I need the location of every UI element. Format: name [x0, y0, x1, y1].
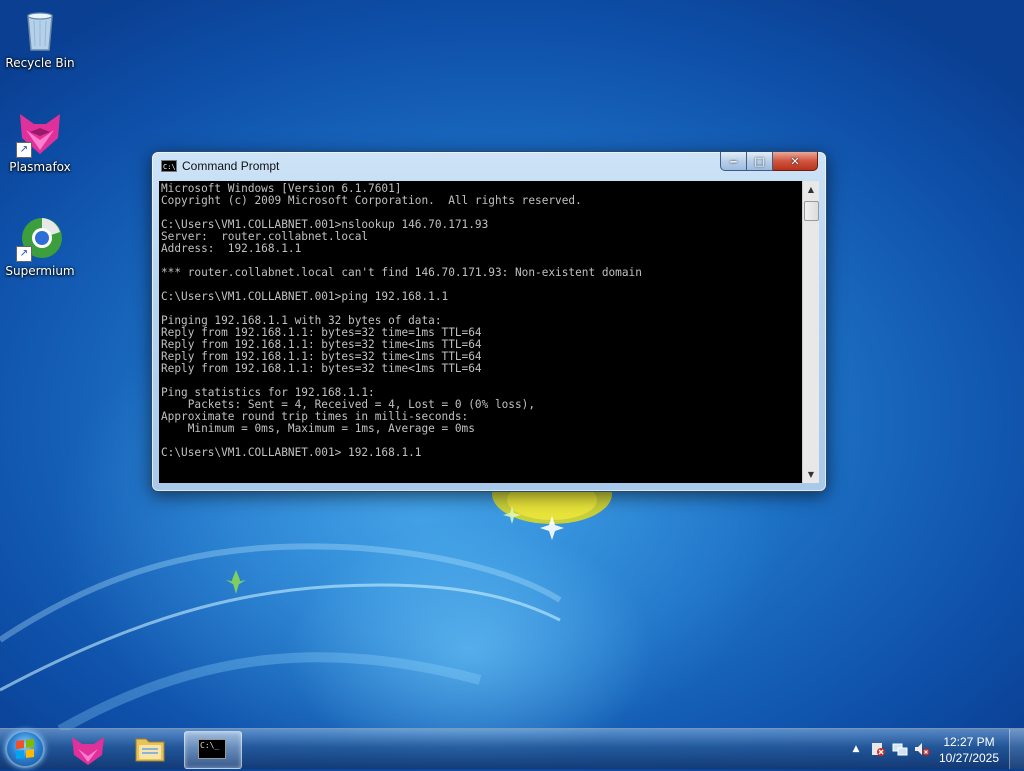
minimize-button[interactable]: ‒	[720, 152, 747, 171]
cmd-icon: C:\	[161, 160, 177, 172]
desktop-icon-recycle-bin[interactable]: Recycle Bin	[0, 6, 80, 70]
title-bar[interactable]: C:\ Command Prompt ‒ □ ✕	[152, 152, 826, 180]
taskbar-explorer[interactable]	[122, 731, 178, 767]
taskbar: C:\_ ▲ 12:27 PM 10/27/2025	[0, 728, 1024, 769]
clock-time: 12:27 PM	[943, 735, 995, 749]
close-button[interactable]: ✕	[773, 152, 818, 171]
desktop-icon-supermium[interactable]: ↗ Supermium	[0, 214, 80, 278]
windows-logo-icon	[16, 739, 34, 759]
start-button[interactable]	[5, 730, 45, 768]
network-icon[interactable]	[892, 741, 908, 757]
desktop-icon-label: Plasmafox	[9, 160, 71, 174]
shortcut-arrow-icon: ↗	[16, 246, 32, 262]
show-desktop-button[interactable]	[1009, 729, 1024, 769]
scroll-up-arrow-icon[interactable]: ▲	[803, 181, 819, 198]
taskbar-plasmafox[interactable]	[60, 731, 116, 767]
taskbar-command-prompt[interactable]: C:\_	[184, 731, 242, 769]
cmd-icon: C:\_	[198, 739, 226, 759]
folder-icon	[135, 738, 165, 762]
recycle-bin-icon	[16, 6, 64, 54]
window-controls: ‒ □ ✕	[720, 152, 818, 172]
clock-date: 10/27/2025	[938, 751, 1000, 765]
command-prompt-window[interactable]: C:\ Command Prompt ‒ □ ✕ Microsoft Windo…	[151, 151, 827, 492]
console-text: Microsoft Windows [Version 6.1.7601] Cop…	[161, 182, 642, 459]
volume-muted-icon[interactable]	[914, 741, 930, 757]
scroll-down-arrow-icon[interactable]: ▼	[803, 466, 819, 483]
vertical-scrollbar[interactable]: ▲ ▼	[802, 181, 819, 483]
plasmafox-icon: ↗	[16, 110, 64, 158]
scroll-thumb[interactable]	[804, 201, 819, 221]
supermium-icon: ↗	[16, 214, 64, 262]
desktop-icon-label: Supermium	[5, 264, 75, 278]
desktop-icon-label: Recycle Bin	[5, 56, 75, 70]
shortcut-arrow-icon: ↗	[16, 142, 32, 158]
window-title: Command Prompt	[182, 159, 280, 173]
clock[interactable]: 12:27 PM 10/27/2025	[934, 734, 1004, 766]
show-hidden-icons-button[interactable]: ▲	[848, 741, 864, 757]
system-tray: ▲ 12:27 PM 10/27/2025	[834, 729, 1024, 769]
desktop-icon-plasmafox[interactable]: ↗ Plasmafox	[0, 110, 80, 174]
maximize-button[interactable]: □	[747, 152, 773, 171]
console-output[interactable]: Microsoft Windows [Version 6.1.7601] Cop…	[159, 181, 810, 483]
action-center-icon[interactable]	[870, 741, 886, 757]
plasmafox-icon	[72, 737, 104, 765]
